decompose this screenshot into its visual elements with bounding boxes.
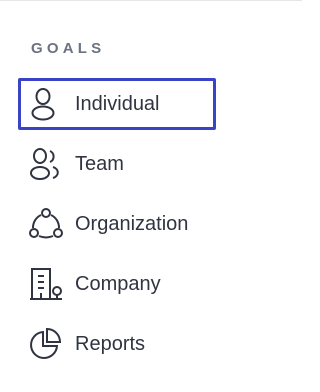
pie-chart-icon: [28, 325, 66, 363]
nav-item-organization[interactable]: Organization: [18, 198, 216, 250]
users-icon: [28, 145, 66, 183]
nav-item-company[interactable]: Company: [18, 258, 216, 310]
goals-nav-list: Individual Team Organization Company Rep…: [18, 78, 308, 378]
goals-sidebar-panel: GOALS Individual Team Organization Compa…: [0, 0, 314, 392]
nav-item-label: Team: [75, 152, 124, 175]
nav-item-label: Company: [75, 272, 161, 295]
nav-item-reports[interactable]: Reports: [18, 318, 216, 370]
nav-item-team[interactable]: Team: [18, 138, 216, 190]
nav-item-individual[interactable]: Individual: [18, 78, 216, 130]
section-heading-goals: GOALS: [31, 40, 106, 57]
nav-item-label: Individual: [75, 92, 160, 115]
nav-item-label: Organization: [75, 212, 189, 235]
user-icon: [28, 85, 66, 123]
building-icon: [28, 265, 66, 303]
top-divider: [0, 0, 302, 1]
organization-icon: [28, 205, 66, 243]
nav-item-label: Reports: [75, 332, 146, 355]
